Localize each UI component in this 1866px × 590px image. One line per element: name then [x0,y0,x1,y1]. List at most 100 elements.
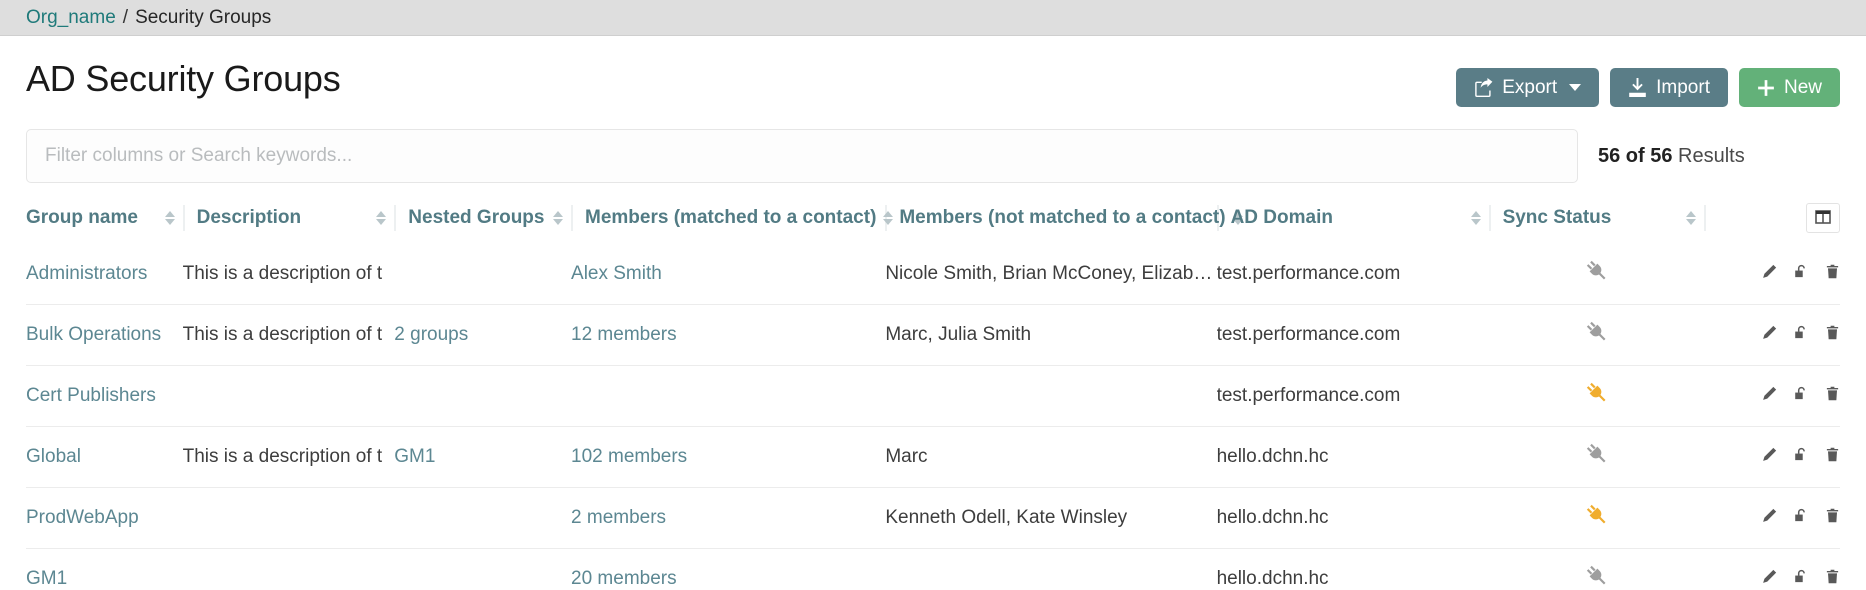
cell-members-unmatched [885,365,1217,427]
cell-description: This is a description of t [182,263,383,284]
group-name-link[interactable]: Global [26,446,81,467]
table-header: Group name Description Nested Groups Mem… [26,203,1840,244]
unlock-icon[interactable] [1794,446,1809,468]
cell-sync-status [1489,244,1705,305]
cell-ad-domain: hello.dchn.hc [1216,487,1489,549]
sort-arrows-icon[interactable] [883,211,894,225]
page-title: AD Security Groups [26,58,341,99]
group-name-link[interactable]: Bulk Operations [26,324,161,345]
sort-arrows-icon[interactable] [553,211,564,225]
sort-arrows-icon[interactable] [164,211,175,225]
nested-groups-link[interactable]: GM1 [394,446,435,467]
cell-nested-groups [394,548,572,590]
column-header-members-matched[interactable]: Members (matched to a contact) [571,205,894,244]
table-row[interactable]: GM1 20 members hello.dchn.hc [26,548,1840,590]
trash-icon[interactable] [1825,568,1840,590]
trash-icon[interactable] [1825,446,1840,468]
breadcrumb: Org_name / Security Groups [0,0,1866,36]
members-matched-link[interactable]: 2 members [571,507,666,528]
plug-icon[interactable] [1586,260,1608,287]
cell-group-name: Global [26,426,183,488]
column-header-ad-domain-label: AD Domain [1230,207,1333,228]
column-header-nested-groups[interactable]: Nested Groups [394,205,571,244]
column-header-ad-domain[interactable]: AD Domain [1216,205,1489,244]
cell-group-name: GM1 [26,548,183,590]
unlock-icon[interactable] [1794,263,1809,285]
table-row[interactable]: Bulk Operations This is a description of… [26,304,1840,366]
group-name-link[interactable]: ProdWebApp [26,507,139,528]
breadcrumb-separator: / [122,6,129,28]
unlock-icon[interactable] [1794,568,1809,590]
sort-arrows-icon[interactable] [1686,211,1697,225]
pencil-icon[interactable] [1762,507,1777,529]
cell-members-unmatched: Nicole Smith, Brian McConey, Elizabe... [885,263,1217,284]
trash-icon[interactable] [1825,324,1840,346]
pencil-icon[interactable] [1762,568,1777,590]
table-row[interactable]: Global This is a description of t GM1 10… [26,426,1840,488]
download-icon [1628,78,1647,97]
group-name-link[interactable]: Administrators [26,263,147,284]
column-header-members-matched-label: Members (matched to a contact) [585,207,877,228]
group-name-link[interactable]: GM1 [26,568,67,589]
unlock-icon[interactable] [1794,385,1809,407]
column-header-sync-status-label: Sync Status [1502,207,1612,228]
column-header-members-unmatched-label: Members (not matched to a contact) [899,207,1226,228]
cell-description [182,365,395,427]
pencil-icon[interactable] [1762,263,1777,285]
cell-actions [1704,304,1840,366]
header-actions: Export Import New [1456,58,1840,107]
cell-sync-status [1488,548,1705,590]
trash-icon[interactable] [1825,263,1840,285]
column-header-group-name[interactable]: Group name [26,205,183,244]
new-button[interactable]: New [1738,68,1840,107]
cell-actions [1704,244,1840,305]
export-button[interactable]: Export [1456,68,1600,107]
cell-description [182,548,395,590]
members-matched-link[interactable]: Alex Smith [571,263,662,284]
group-name-link[interactable]: Cert Publishers [26,385,156,406]
plug-icon[interactable] [1586,504,1608,531]
column-header-description[interactable]: Description [182,205,395,244]
cell-group-name: Bulk Operations [26,304,183,366]
import-button[interactable]: Import [1610,68,1728,107]
results-count-label: Results [1678,144,1745,167]
pencil-icon[interactable] [1762,324,1777,346]
table-row[interactable]: Cert Publishers test.performance.com [26,365,1840,427]
cell-ad-domain: test.performance.com [1216,304,1489,366]
nested-groups-link[interactable]: 2 groups [394,324,468,345]
search-input[interactable] [26,129,1578,183]
breadcrumb-org-link[interactable]: Org_name [26,7,116,29]
trash-icon[interactable] [1825,507,1840,529]
column-header-description-label: Description [196,207,302,228]
cell-ad-domain: hello.dchn.hc [1216,426,1489,488]
members-matched-link[interactable]: 12 members [571,324,677,345]
members-matched-link[interactable]: 20 members [571,568,677,589]
pencil-icon[interactable] [1762,446,1777,468]
cell-nested-groups: GM1 [394,426,572,488]
unlock-icon[interactable] [1794,507,1809,529]
column-header-members-unmatched[interactable]: Members (not matched to a contact) [885,205,1243,244]
cell-actions [1704,548,1840,590]
plug-icon[interactable] [1586,321,1608,348]
table-row[interactable]: ProdWebApp 2 members Kenneth Odell, Kate… [26,487,1840,549]
columns-layout-icon [1815,209,1831,228]
cell-sync-status [1488,426,1705,488]
unlock-icon[interactable] [1794,324,1809,346]
plug-icon[interactable] [1586,443,1608,470]
column-settings-button[interactable] [1806,203,1840,233]
cell-sync-status [1488,304,1705,366]
members-matched-link[interactable]: 102 members [571,446,687,467]
sort-arrows-icon[interactable] [376,211,387,225]
pencil-icon[interactable] [1762,385,1777,407]
cell-description: This is a description of t [182,304,395,366]
sort-arrows-icon[interactable] [1470,211,1481,225]
plug-icon[interactable] [1586,565,1608,590]
column-header-sync-status[interactable]: Sync Status [1488,205,1705,244]
results-count: 56 of 56 Results [1598,145,1745,168]
column-header-group-name-label: Group name [26,207,138,228]
trash-icon[interactable] [1825,385,1840,407]
table-row[interactable]: Administrators This is a description of … [26,244,1840,305]
cell-members-matched: 2 members [571,487,886,549]
plug-icon[interactable] [1586,382,1608,409]
cell-members-unmatched: Kenneth Odell, Kate Winsley [885,487,1217,549]
